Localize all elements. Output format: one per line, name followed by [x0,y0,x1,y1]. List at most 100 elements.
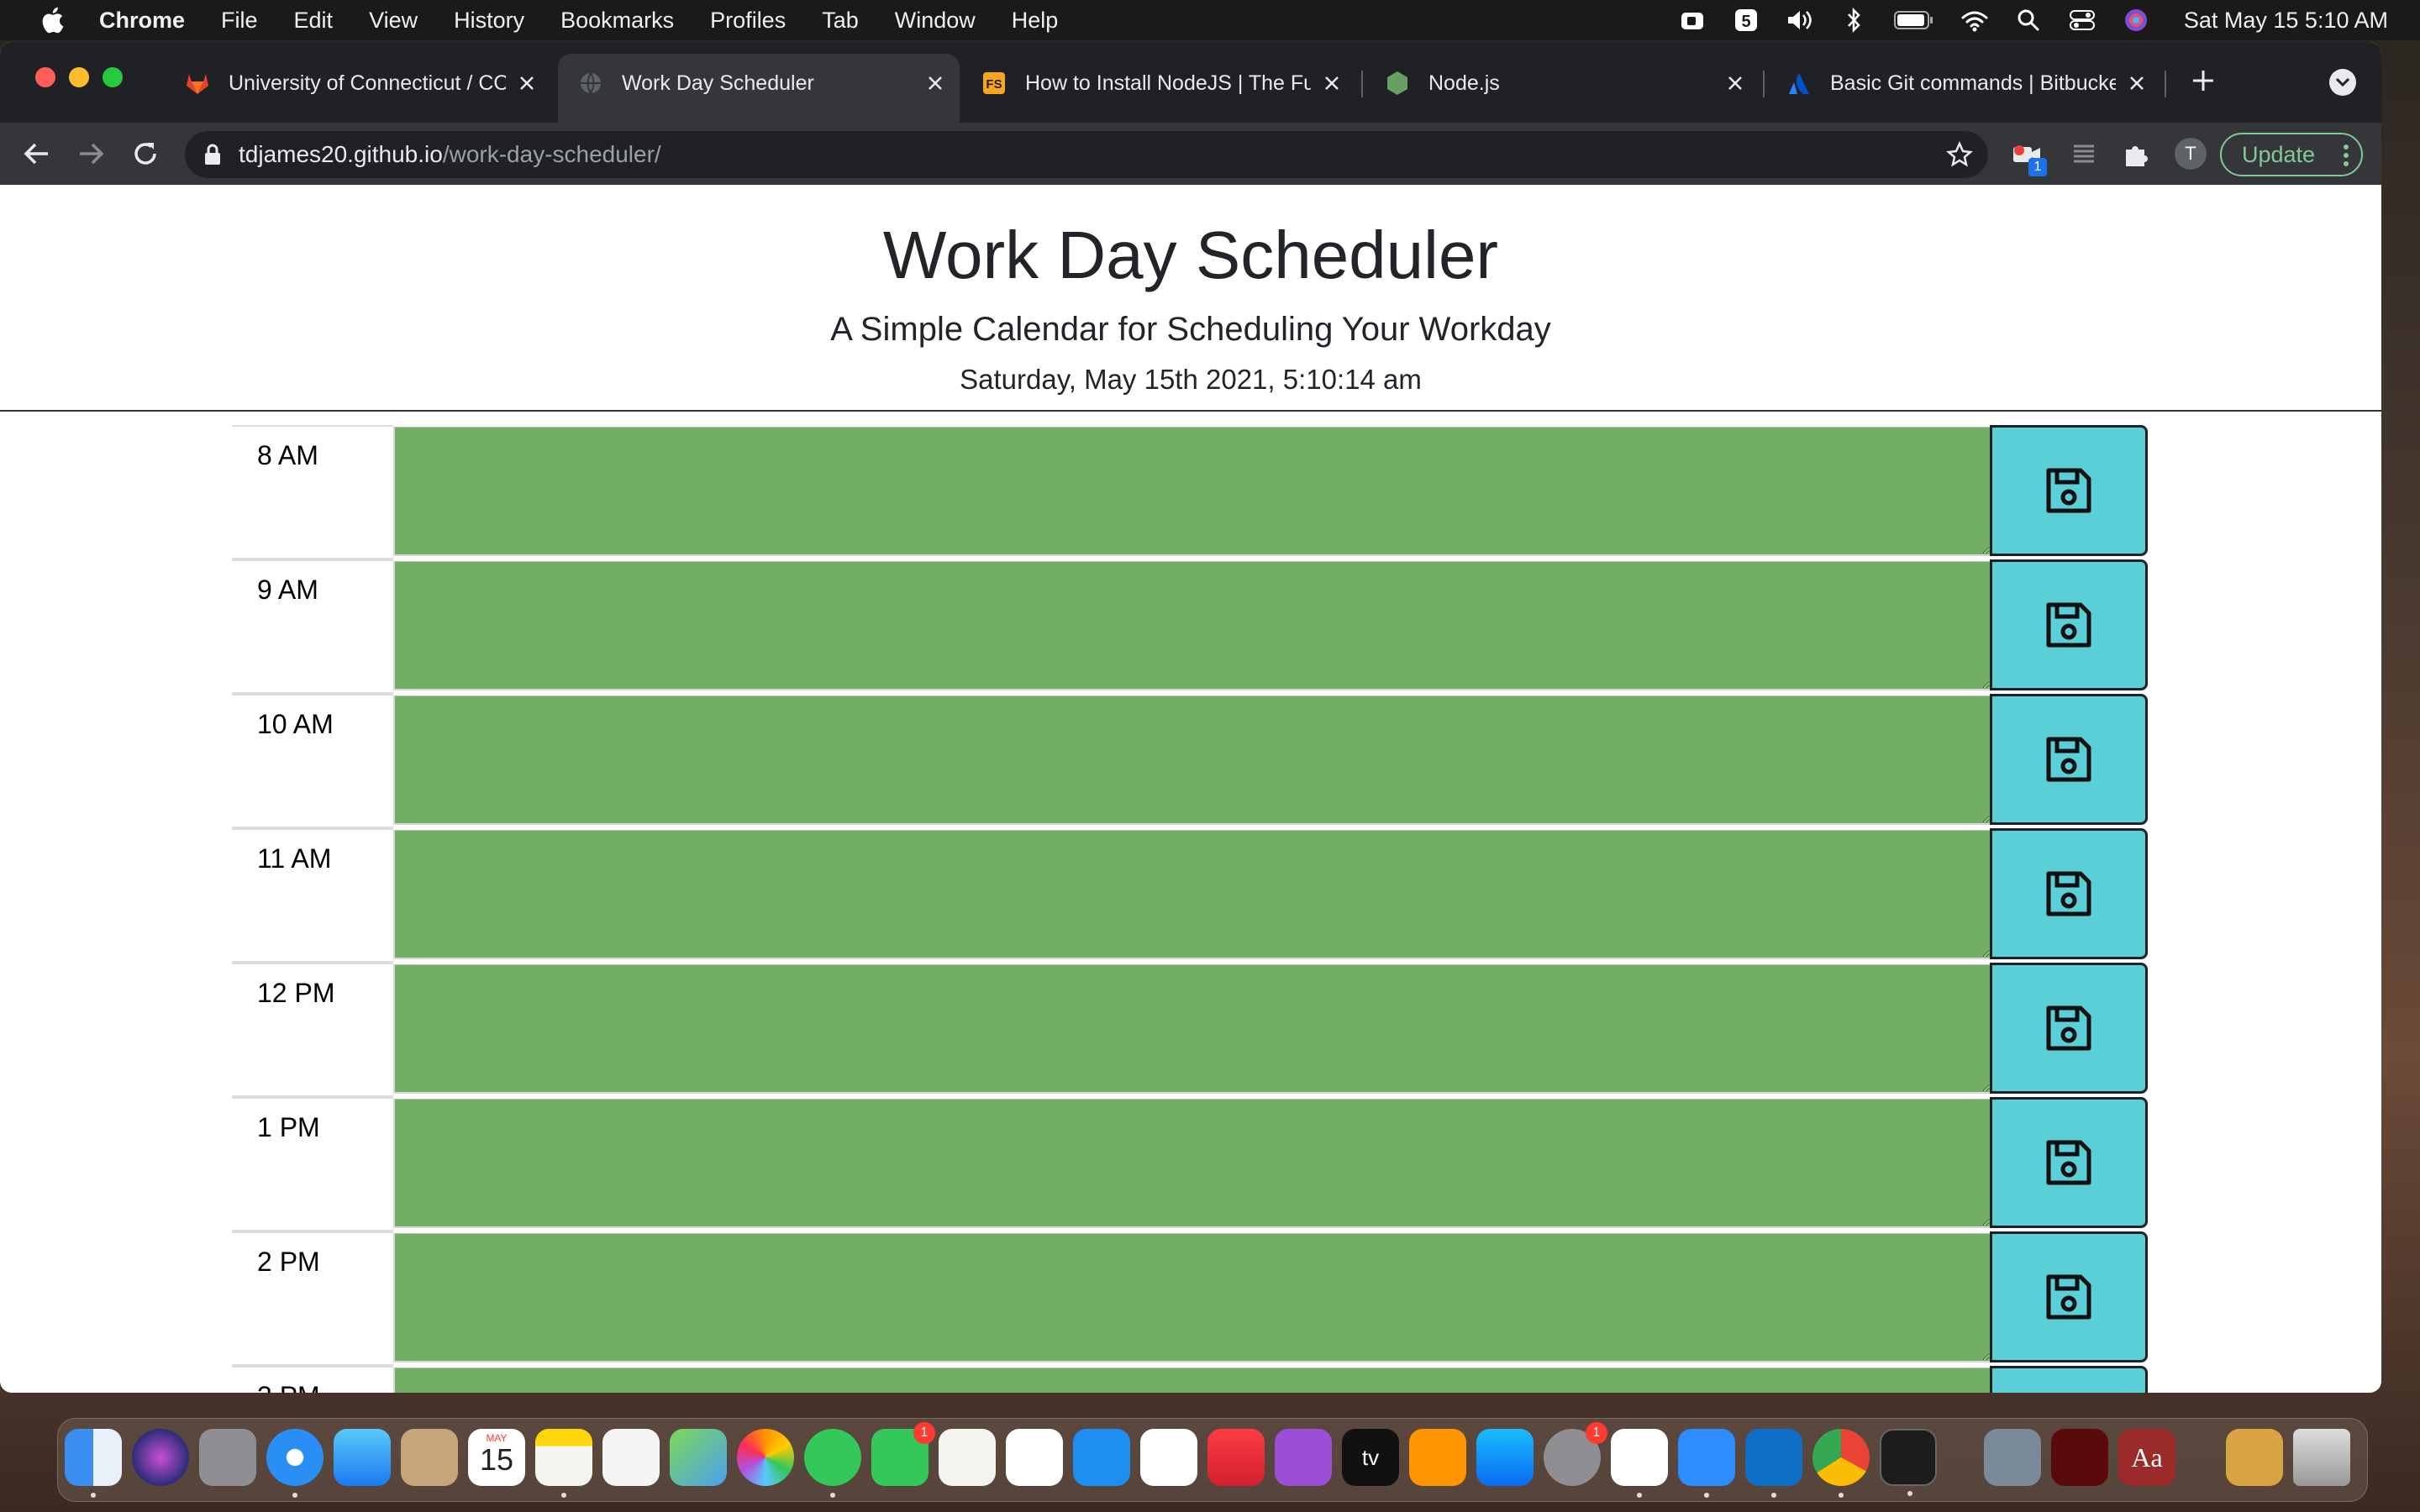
update-button[interactable]: Update [2220,133,2363,176]
apple-menu-icon[interactable] [35,3,69,37]
lock-icon[interactable] [200,142,225,167]
close-window-button[interactable] [35,67,55,87]
tab-separator [1763,71,1765,97]
vscode-icon[interactable] [1745,1429,1802,1498]
maximize-window-button[interactable] [103,67,123,87]
description-textarea[interactable] [393,427,1990,556]
volume-icon[interactable] [1786,6,1814,34]
tab-nodejs[interactable]: Node.js [1365,54,1760,113]
url-host: tdjames20.github.io [239,141,443,167]
news-icon[interactable] [1140,1429,1197,1486]
launchpad-icon[interactable] [199,1429,256,1486]
bluetooth-icon[interactable] [1839,6,1868,34]
keynote-icon[interactable] [1073,1429,1130,1486]
reading-list-icon[interactable] [2065,138,2099,171]
podcasts-icon[interactable] [1275,1429,1332,1486]
menu-file[interactable]: File [221,8,258,34]
description-textarea[interactable] [393,1099,1990,1228]
menu-app-name[interactable]: Chrome [99,8,185,34]
terminal-icon[interactable] [1880,1429,1937,1496]
save-button[interactable] [1990,1097,2148,1228]
zoom-icon[interactable] [1678,1429,1735,1498]
tab-git-commands-bitbucket[interactable]: Basic Git commands | Bitbucke [1766,54,2161,113]
downloads-stack-icon[interactable] [2226,1429,2283,1486]
description-textarea[interactable] [393,1233,1990,1362]
finder-icon[interactable] [65,1429,122,1498]
reload-icon[interactable] [128,136,163,171]
minimize-window-button[interactable] [69,67,89,87]
slack-icon[interactable] [1611,1429,1668,1498]
reminders-icon[interactable] [602,1429,660,1486]
photos-icon[interactable] [737,1429,794,1486]
app-store-icon[interactable] [1476,1429,1534,1486]
more-vertical-icon[interactable] [2343,143,2349,174]
save-button[interactable] [1990,1231,2148,1362]
spotlight-search-icon[interactable] [2014,6,2043,34]
save-button[interactable] [1990,425,2148,556]
numbers-icon[interactable] [1006,1429,1063,1486]
pages-icon[interactable] [939,1429,996,1486]
tab-uconn-gitlab[interactable]: University of Connecticut / CO [165,54,551,113]
bookmark-star-icon[interactable] [1946,141,1973,168]
flash-icon[interactable] [2051,1429,2108,1486]
apple-tv-icon[interactable]: tv [1342,1429,1399,1486]
description-textarea[interactable] [393,561,1990,690]
messages-icon[interactable] [804,1429,861,1498]
maps-icon[interactable] [670,1429,727,1486]
save-button[interactable] [1990,963,2148,1094]
siri-icon[interactable] [2122,6,2150,34]
menu-history[interactable]: History [454,8,524,34]
control-center-icon[interactable] [2068,6,2096,34]
menu-profiles[interactable]: Profiles [710,8,786,34]
description-textarea[interactable] [393,696,1990,825]
contacts-icon[interactable] [401,1429,458,1486]
back-arrow-icon[interactable] [18,136,54,171]
dictionary-icon[interactable]: Aa [2118,1429,2175,1486]
trash-icon[interactable] [2293,1429,2350,1486]
close-tab-icon[interactable] [1723,71,1748,96]
save-floppy-icon [2046,602,2091,648]
books-icon[interactable] [1409,1429,1466,1486]
description-textarea[interactable] [393,1368,1990,1393]
new-tab-icon[interactable] [2188,66,2218,96]
menu-window[interactable]: Window [895,8,976,34]
tab-install-nodejs[interactable]: FS How to Install NodeJS | The Fu [961,54,1356,113]
calendar-icon[interactable]: MAY 15 [468,1429,525,1486]
system-preferences-icon[interactable]: 1 [1544,1422,1607,1486]
extension-video-icon[interactable]: 1 [2010,138,2047,176]
menubar-clock[interactable]: Sat May 15 5:10 AM [2184,8,2388,34]
battery-icon[interactable] [1893,6,1935,34]
menu-help[interactable]: Help [1012,8,1059,34]
save-button[interactable] [1990,828,2148,959]
address-bar[interactable]: tdjames20.github.io/work-day-scheduler/ [185,131,1988,178]
save-button[interactable] [1990,694,2148,825]
mail-icon[interactable] [334,1429,391,1486]
safari-icon[interactable] [266,1429,324,1498]
siri-icon[interactable] [132,1429,189,1486]
save-button[interactable] [1990,559,2148,690]
menu-bookmarks[interactable]: Bookmarks [560,8,674,34]
menu-edit[interactable]: Edit [294,8,334,34]
chrome-icon[interactable] [1812,1429,1870,1498]
music-icon[interactable] [1207,1429,1265,1486]
tab-work-day-scheduler[interactable]: Work Day Scheduler [558,54,960,123]
extensions-puzzle-icon[interactable] [2119,138,2153,171]
profile-avatar[interactable]: T [2175,138,2207,170]
save-button[interactable] [1990,1366,2148,1393]
description-textarea[interactable] [393,830,1990,959]
screen-record-icon[interactable] [1678,6,1707,34]
forward-arrow-icon[interactable] [74,136,109,171]
close-tab-icon[interactable] [1319,71,1344,96]
menu-view[interactable]: View [369,8,418,34]
close-tab-icon[interactable] [923,71,948,96]
notes-icon[interactable] [535,1429,592,1498]
facetime-icon[interactable]: 1 [871,1422,935,1486]
preview-icon[interactable] [1984,1429,2041,1486]
close-tab-icon[interactable] [514,71,539,96]
five-app-icon[interactable]: 5 [1732,6,1760,34]
tab-search-icon[interactable] [2329,69,2356,96]
close-tab-icon[interactable] [2124,71,2149,96]
menu-tab[interactable]: Tab [822,8,859,34]
wifi-icon[interactable] [1960,6,1989,34]
description-textarea[interactable] [393,964,1990,1094]
